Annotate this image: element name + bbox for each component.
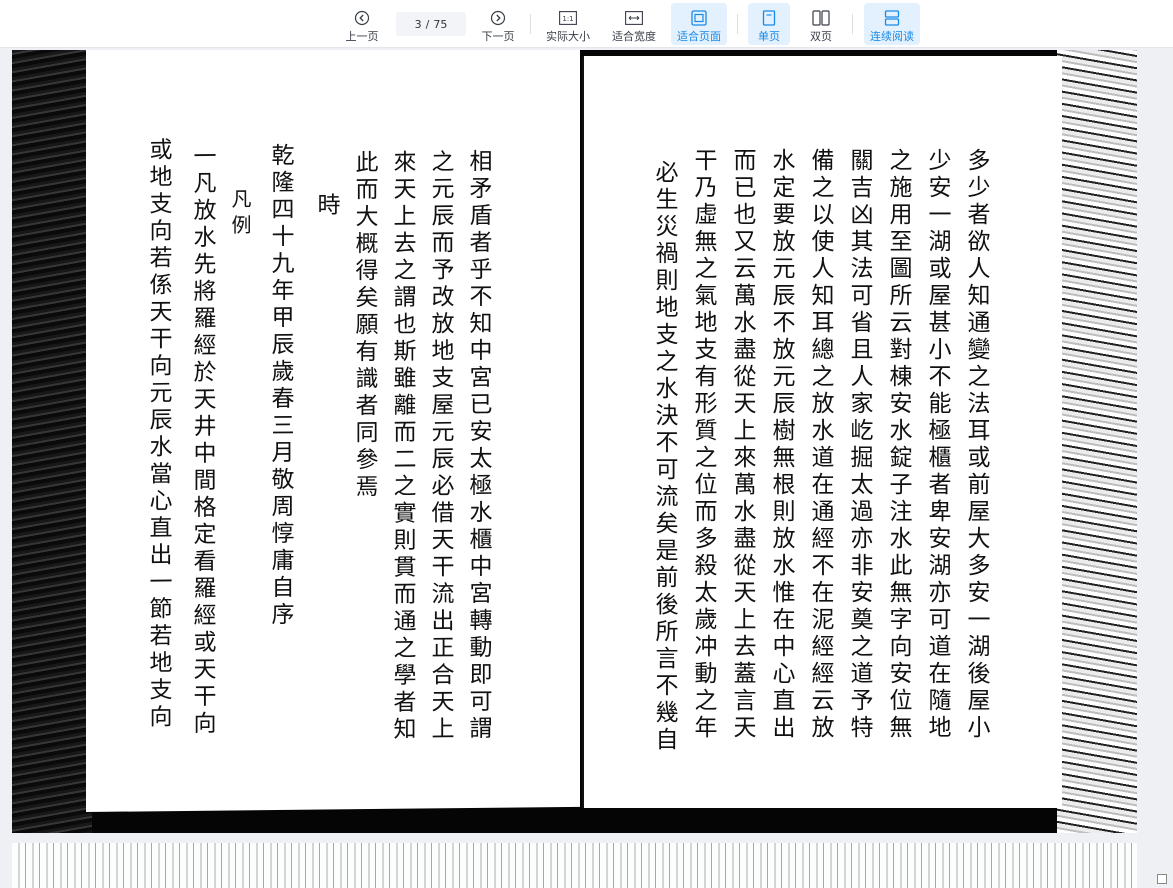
fit-width-label: 适合宽度 bbox=[612, 30, 656, 43]
chevron-left-circle-icon bbox=[352, 8, 372, 28]
double-page-label: 双页 bbox=[810, 30, 832, 43]
section-heading: 凡例 bbox=[228, 188, 252, 241]
text-column: 一凡放水先將羅經於天井中間格定看羅經或天干向 bbox=[189, 143, 215, 738]
scanned-page-right: 多少者欲人知通變之法耳或前屋大多安一湖後屋小 少安一湖或屋甚小不能極櫃者卑安湖亦… bbox=[582, 56, 1062, 808]
text-column: 時 bbox=[313, 192, 339, 220]
single-page-label: 单页 bbox=[758, 30, 780, 43]
fit-width-icon bbox=[624, 8, 644, 28]
single-page-button[interactable]: 单页 bbox=[748, 3, 790, 45]
text-column: 之元辰而予改放地支屋元辰必借天干流出正合天上 bbox=[427, 149, 453, 744]
continuous-reading-label: 连续阅读 bbox=[870, 30, 914, 43]
single-page-icon bbox=[759, 8, 779, 28]
toolbar-divider bbox=[852, 14, 853, 34]
text-column: 多少者欲人知通變之法耳或前屋大多安一湖後屋小 bbox=[963, 148, 989, 742]
scan-border-right bbox=[1057, 50, 1137, 833]
double-page-icon bbox=[811, 8, 831, 28]
text-column: 或地支向若係天干向元辰水當心直出一節若地支向 bbox=[145, 137, 171, 732]
text-column: 之施用至圖所云對棟安水錠子注水此無字向安位無 bbox=[885, 148, 911, 742]
prev-page-label: 上一页 bbox=[345, 30, 379, 43]
chevron-right-circle-icon bbox=[488, 8, 508, 28]
next-page-button[interactable]: 下一页 bbox=[476, 3, 520, 45]
page-total: 75 bbox=[433, 17, 448, 31]
scanned-page-left: 相矛盾者乎不知中宮已安太極水櫃中宮轉動即可謂 之元辰而予改放地支屋元辰必借天干流… bbox=[86, 50, 580, 812]
svg-text:1:1: 1:1 bbox=[562, 15, 573, 23]
fit-page-button[interactable]: 适合页面 bbox=[671, 3, 727, 45]
continuous-reading-icon bbox=[882, 8, 902, 28]
actual-size-icon: 1:1 bbox=[558, 8, 578, 28]
toolbar-divider bbox=[737, 14, 738, 34]
fit-width-button[interactable]: 适合宽度 bbox=[608, 3, 660, 45]
text-column: 必生災禍則地支之水決不可流矣是前後所言不幾自 bbox=[651, 160, 677, 754]
fit-page-icon bbox=[689, 8, 709, 28]
text-column: 干乃虛無之氣地支有形質之位而多殺太歲冲動之年 bbox=[690, 148, 716, 742]
preface-date-signature: 乾隆四十九年甲辰歲春三月敬周惇庸自序 bbox=[267, 142, 293, 630]
text-column: 來天上去之謂也斯雖離而二之實則貫而通之學者知 bbox=[389, 149, 415, 744]
page-number-box[interactable]: 3 / 75 bbox=[396, 12, 466, 36]
toolbar-divider bbox=[530, 14, 531, 34]
double-page-button[interactable]: 双页 bbox=[800, 3, 842, 45]
next-page-preview bbox=[12, 843, 1137, 888]
text-column: 而已也又云萬水盡從天上來萬水盡從天上去蓋言天 bbox=[729, 148, 755, 742]
text-column: 此而大概得矣願有識者同參焉 bbox=[351, 149, 377, 502]
text-column: 備之以使人知耳總之放水道在通經不在泥經經云放 bbox=[807, 148, 833, 742]
text-column: 相矛盾者乎不知中宮已安太極水櫃中宮轉動即可謂 bbox=[465, 148, 491, 744]
page-separator: / bbox=[425, 17, 430, 31]
scroll-corner-icon[interactable] bbox=[1157, 874, 1167, 884]
scan-border-left bbox=[12, 50, 92, 833]
actual-size-button[interactable]: 1:1 实际大小 bbox=[542, 3, 594, 45]
text-column: 關吉凶其法可省且人家屹掘太過亦非安奠之道予特 bbox=[846, 148, 872, 742]
next-page-label: 下一页 bbox=[481, 30, 515, 43]
text-column: 水定要放元辰不放元辰樹無根則放水惟在中心直出 bbox=[768, 148, 794, 742]
prev-page-button[interactable]: 上一页 bbox=[340, 3, 384, 45]
fit-page-label: 适合页面 bbox=[677, 30, 721, 43]
viewer-toolbar: 上一页 3 / 75 下一页 1:1 实际大小 适合宽度 适合页面 单页 双页 … bbox=[0, 0, 1173, 48]
actual-size-label: 实际大小 bbox=[546, 30, 590, 43]
text-column: 少安一湖或屋甚小不能極櫃者卑安湖亦可道在隨地 bbox=[924, 148, 950, 742]
document-viewport[interactable]: 相矛盾者乎不知中宮已安太極水櫃中宮轉動即可謂 之元辰而予改放地支屋元辰必借天干流… bbox=[12, 50, 1137, 833]
continuous-reading-button[interactable]: 连续阅读 bbox=[864, 3, 920, 45]
page-current-input[interactable]: 3 bbox=[415, 18, 422, 31]
